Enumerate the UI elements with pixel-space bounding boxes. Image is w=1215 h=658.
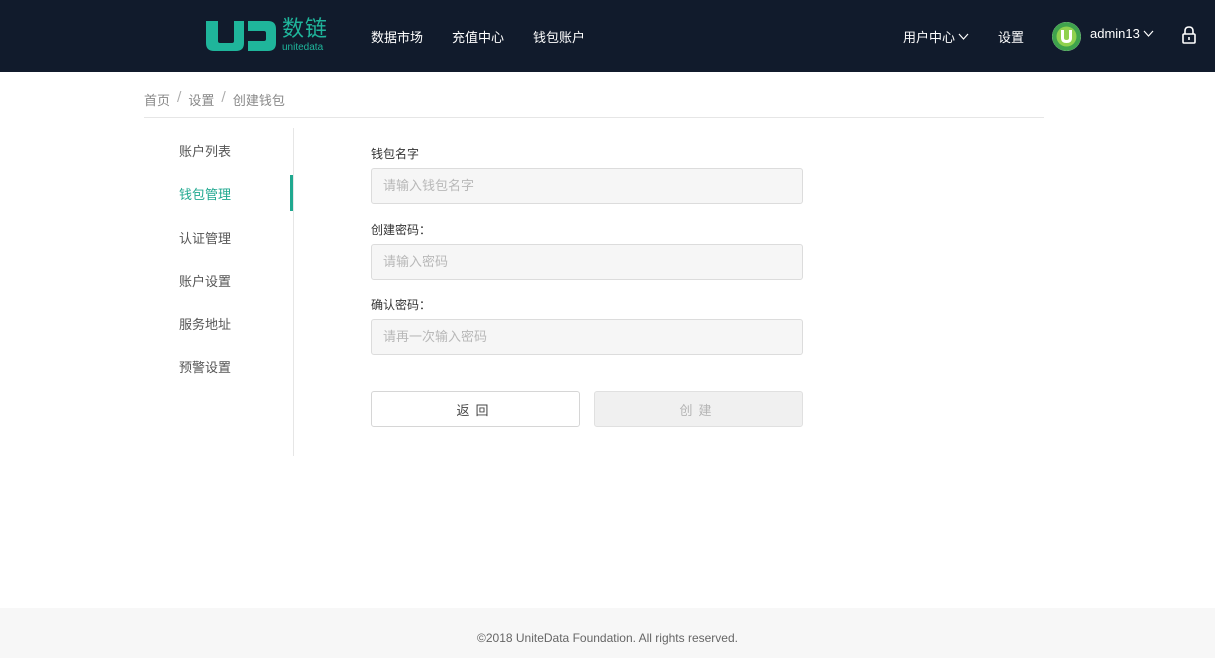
footer: ©2018 UniteData Foundation. All rights r… <box>0 608 1215 658</box>
create-button-label: 创建 <box>679 403 718 419</box>
lock-icon[interactable] <box>1181 25 1197 45</box>
create-button[interactable]: 创建 <box>594 391 803 427</box>
breadcrumb-current: 创建钱包 <box>232 94 285 109</box>
ud-logo-icon <box>206 21 276 51</box>
top-header: 数链 unitedata 数据市场 充值中心 钱包账户 用户中心 设置 admi… <box>0 0 1215 72</box>
avatar-icon <box>1052 22 1081 51</box>
username-dropdown[interactable]: admin13 <box>1090 26 1154 41</box>
password-label: 创建密码： <box>371 223 432 237</box>
chevron-down-icon <box>1143 30 1154 37</box>
sidebar-item-service-address[interactable]: 服务地址 <box>179 314 231 333</box>
breadcrumb: 首页 / 设置 / 创建钱包 <box>144 90 285 109</box>
logo[interactable]: 数链 unitedata <box>204 18 328 54</box>
sidebar-item-account-settings[interactable]: 账户设置 <box>179 271 231 290</box>
chevron-down-icon <box>958 33 969 40</box>
logo-en: unitedata <box>282 42 324 53</box>
logo-cn: 数链 <box>282 17 329 42</box>
sidebar: 账户列表 钱包管理 认证管理 账户设置 服务地址 预警设置 <box>144 128 294 456</box>
user-center-dropdown[interactable]: 用户中心 <box>903 27 969 46</box>
nav-recharge-center[interactable]: 充值中心 <box>452 27 504 46</box>
logo-text: 数链 unitedata <box>282 19 328 53</box>
sidebar-active-indicator <box>290 175 293 211</box>
breadcrumb-home[interactable]: 首页 <box>144 90 170 109</box>
wallet-name-label: 钱包名字 <box>371 147 420 161</box>
nav-data-market[interactable]: 数据市场 <box>371 27 423 46</box>
back-button-label: 返回 <box>456 403 495 419</box>
confirm-password-input[interactable] <box>371 319 803 355</box>
user-center-label: 用户中心 <box>903 31 956 46</box>
sidebar-item-account-list[interactable]: 账户列表 <box>179 141 231 160</box>
main-nav: 数据市场 充值中心 钱包账户 <box>371 0 614 72</box>
breadcrumb-separator: / <box>221 90 226 105</box>
copyright-text: ©2018 UniteData Foundation. All rights r… <box>477 631 738 645</box>
back-button[interactable]: 返回 <box>371 391 580 427</box>
breadcrumb-settings[interactable]: 设置 <box>188 90 214 109</box>
username-label: admin13 <box>1090 26 1140 41</box>
sidebar-item-auth-management[interactable]: 认证管理 <box>179 228 231 247</box>
sidebar-item-alert-settings[interactable]: 预警设置 <box>179 357 231 376</box>
sidebar-item-wallet-management[interactable]: 钱包管理 <box>179 184 231 203</box>
breadcrumb-divider <box>144 117 1044 118</box>
password-input[interactable] <box>371 244 803 280</box>
nav-wallet-account[interactable]: 钱包账户 <box>533 27 585 46</box>
wallet-name-input[interactable] <box>371 168 803 204</box>
confirm-password-label: 确认密码： <box>371 298 432 312</box>
breadcrumb-separator: / <box>177 90 182 105</box>
header-settings-link[interactable]: 设置 <box>998 27 1024 46</box>
avatar[interactable] <box>1052 22 1081 51</box>
